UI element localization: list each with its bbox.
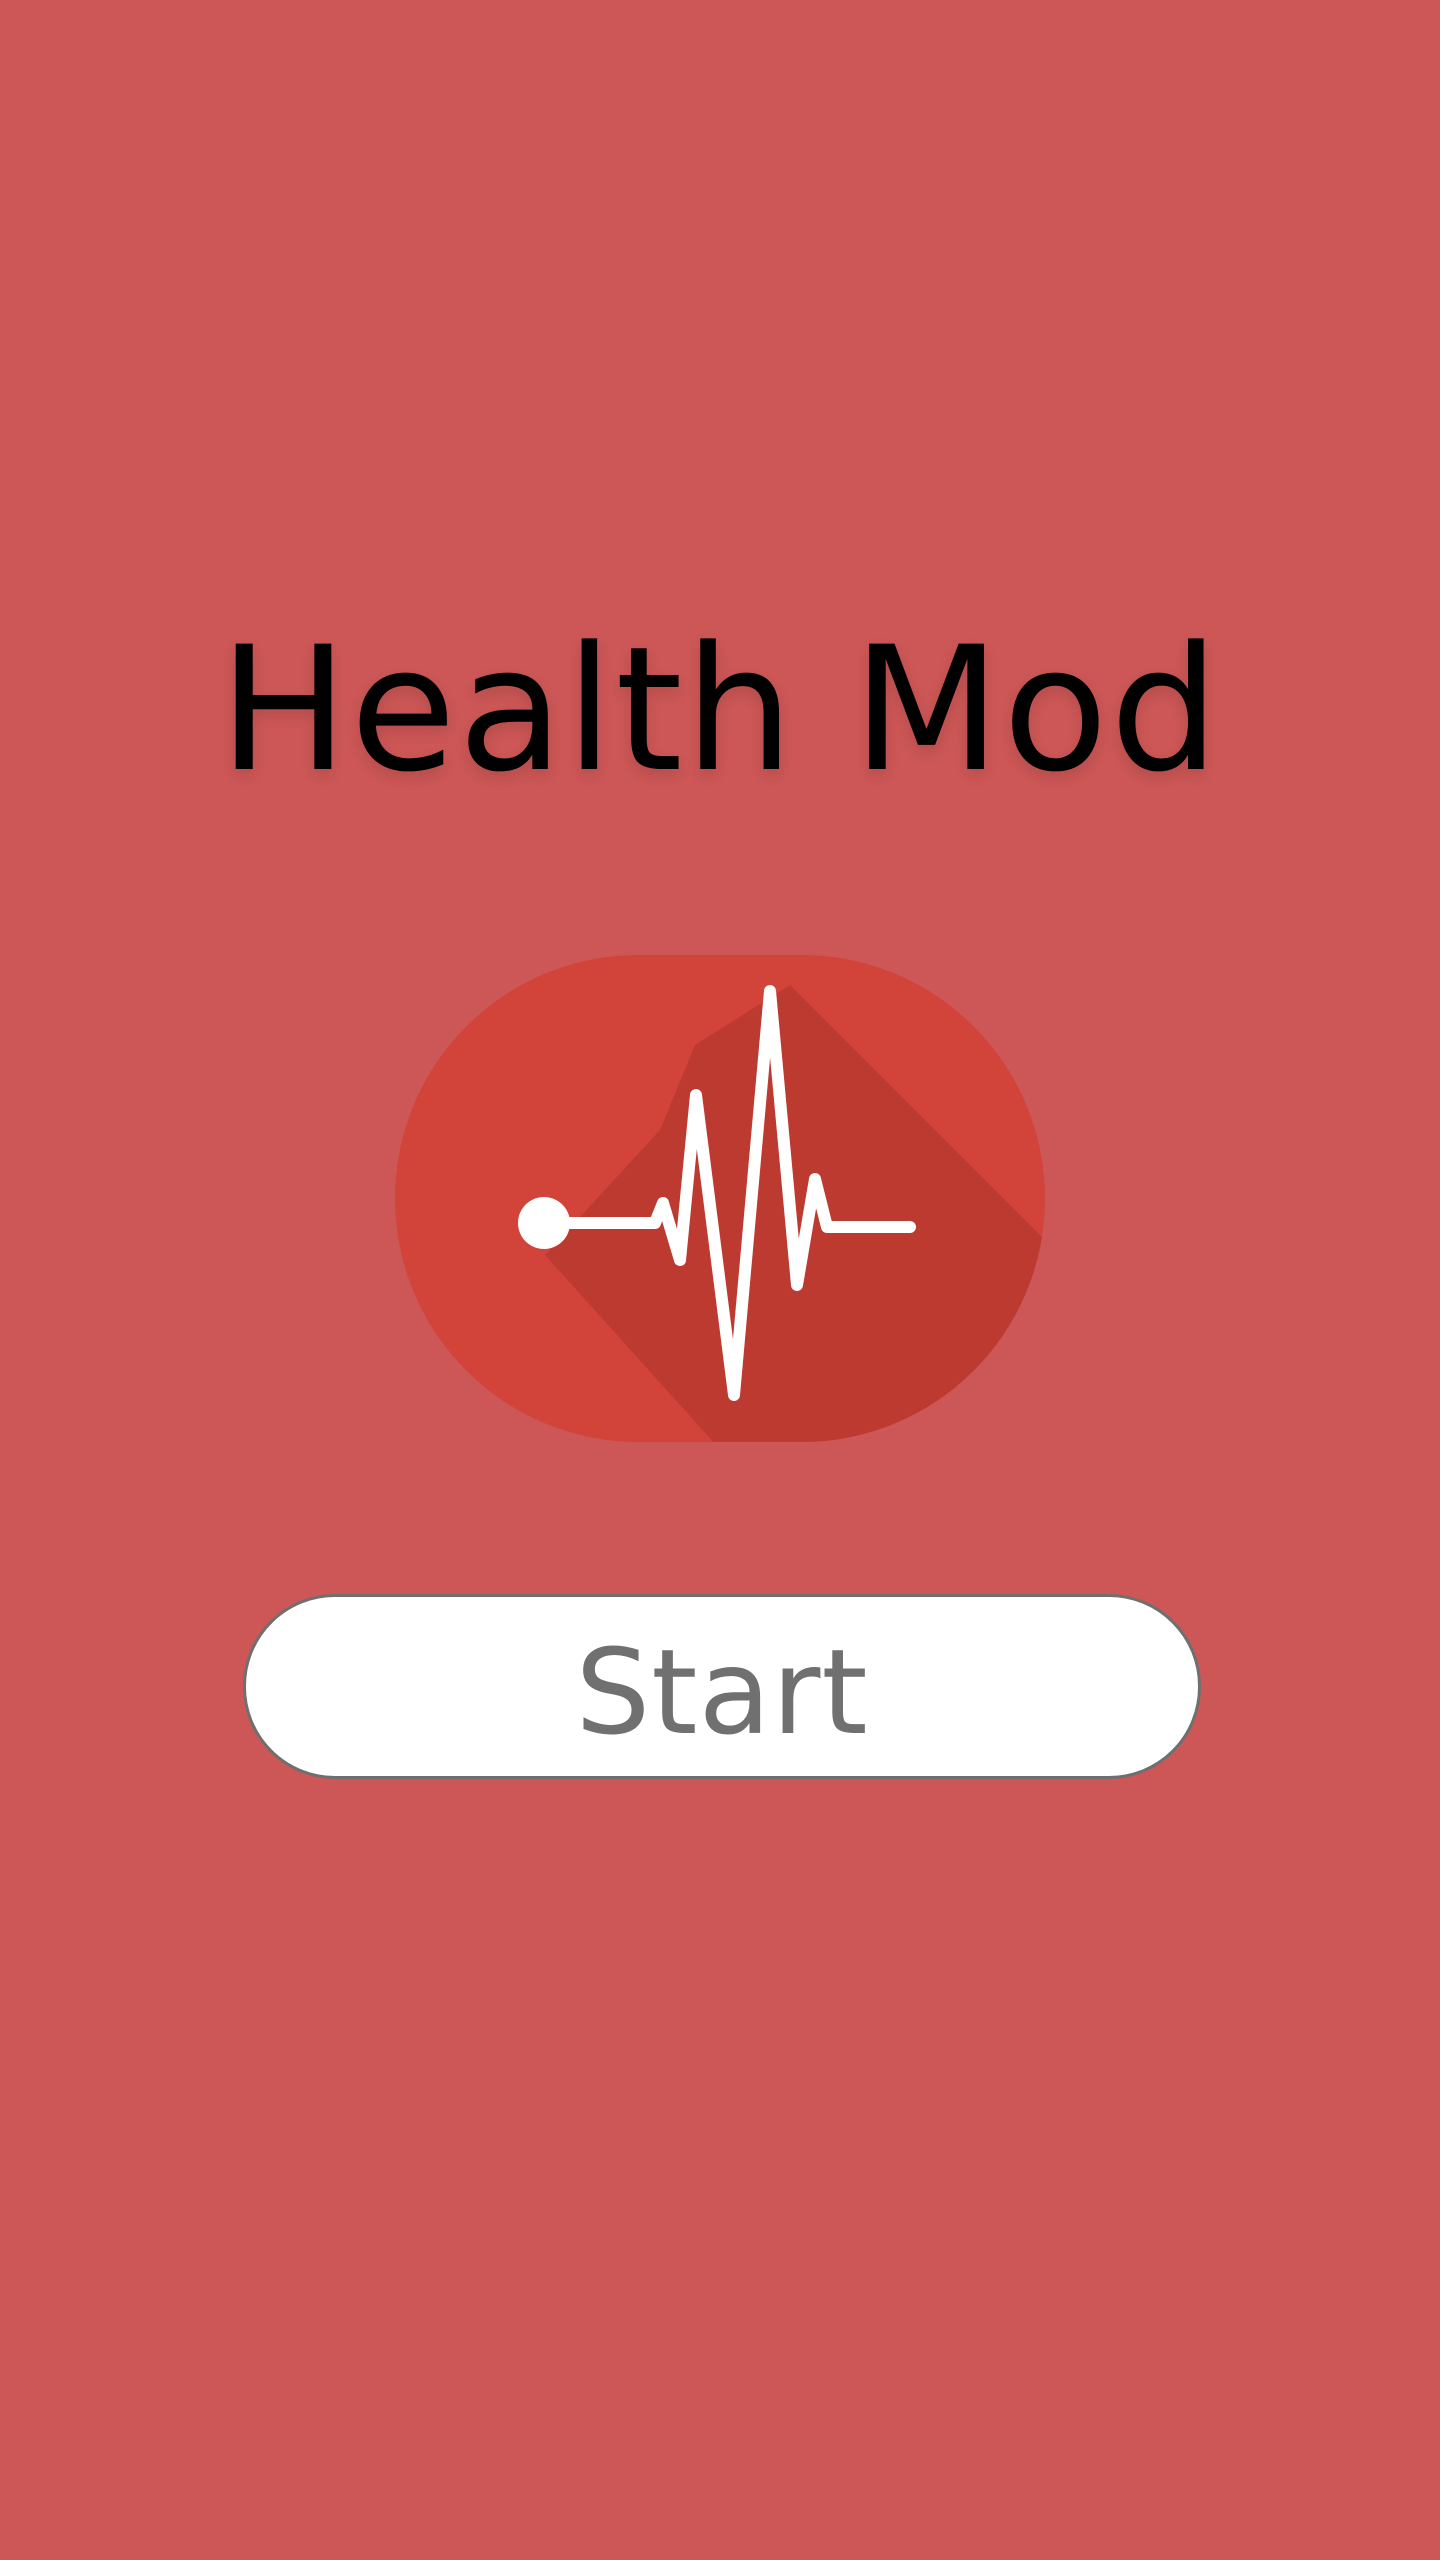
- app-logo: [395, 955, 1045, 1442]
- heartbeat-icon: [395, 955, 1045, 1442]
- start-button[interactable]: Start: [243, 1594, 1201, 1779]
- app-title: Health Mod: [218, 609, 1222, 810]
- start-button-label: Start: [575, 1622, 869, 1761]
- heartbeat-dot: [518, 1197, 570, 1249]
- app-screen: Health Mod Start: [0, 0, 1440, 2560]
